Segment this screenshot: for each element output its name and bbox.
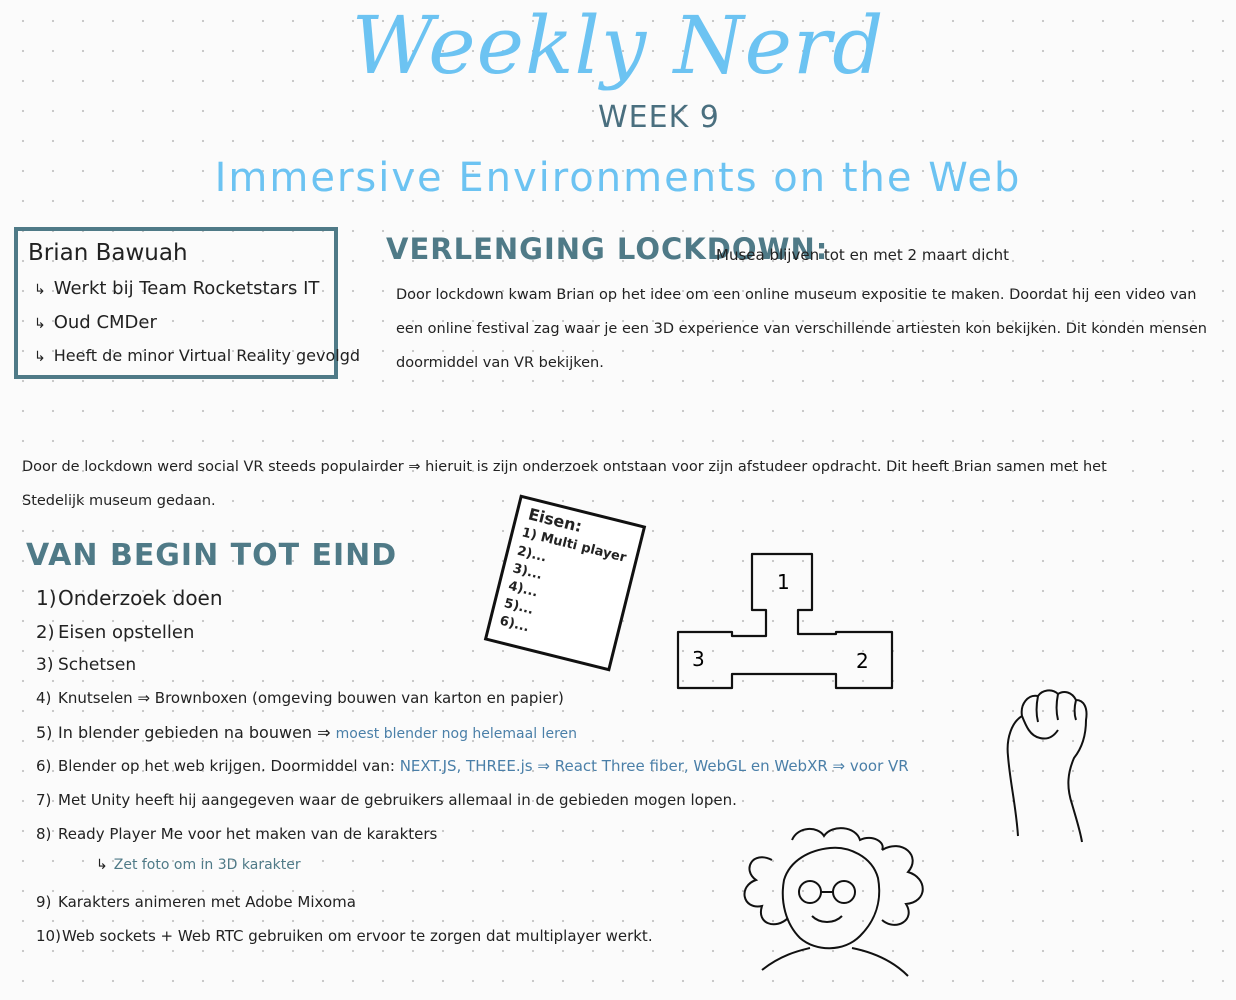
speaker-item: ↳ Oud CMDer <box>34 312 157 333</box>
process-step: 4) Knutselen ⇒ Brownboxen (omgeving bouwe… <box>36 689 564 707</box>
process-step: 5) In blender gebieden na bouwen ⇒ moest … <box>36 723 577 742</box>
intro-paragraph: Door de lockdown werd social VR steeds p… <box>22 459 1107 509</box>
lockdown-subheading: Musea blijven tot en met 2 maart dicht <box>716 246 1010 264</box>
lockdown-paragraph: Door lockdown kwam Brian op het idee om … <box>396 287 1207 371</box>
requirements-note: Eisen: 1) Multi player 2)... 3)... 4)...… <box>483 494 647 672</box>
return-arrow-icon: ↳ <box>34 282 46 298</box>
return-arrow-icon: ↳ <box>34 349 46 365</box>
week-label: WEEK 9 <box>598 100 720 135</box>
page-title: Weekly Nerd <box>351 0 885 92</box>
process-substep: ↳ Zet foto om in 3D karakter <box>96 857 301 873</box>
process-step: 3) Schetsen <box>36 655 137 675</box>
process-heading: VAN BEGIN TOT EIND <box>26 538 398 573</box>
process-step: 6) Blender op het web krijgen. Doormiddel… <box>36 757 909 775</box>
speaker-item: ↳ Heeft de minor Virtual Reality gevolgd <box>34 346 361 365</box>
speaker-item: ↳ Werkt bij Team Rocketstars IT <box>34 278 320 299</box>
return-arrow-icon: ↳ <box>96 857 108 873</box>
speaker-name: Brian Bawuah <box>28 240 188 266</box>
page-subtitle: Immersive Environments on the Web <box>214 155 1022 201</box>
process-step: 7) Met Unity heeft hij aangegeven waar de… <box>36 791 737 809</box>
map-room-label: 1 <box>777 570 790 594</box>
process-step: 10)Web sockets + Web RTC gebruiken om er… <box>36 927 653 945</box>
map-room-label: 2 <box>856 649 869 673</box>
process-step: 9) Karakters animeren met Adobe Mixoma <box>36 893 356 911</box>
process-step: 8) Ready Player Me voor het maken van de … <box>36 825 438 843</box>
process-step: 2) Eisen opstellen <box>36 622 195 643</box>
process-step: 1)Onderzoek doen <box>36 586 223 610</box>
return-arrow-icon: ↳ <box>34 316 46 332</box>
raised-fist-icon <box>1006 689 1088 843</box>
character-doodle <box>743 827 924 977</box>
floor-plan-sketch: 1 2 3 <box>676 552 894 690</box>
note-line: 6)... <box>498 613 531 636</box>
map-room-label: 3 <box>692 647 705 671</box>
